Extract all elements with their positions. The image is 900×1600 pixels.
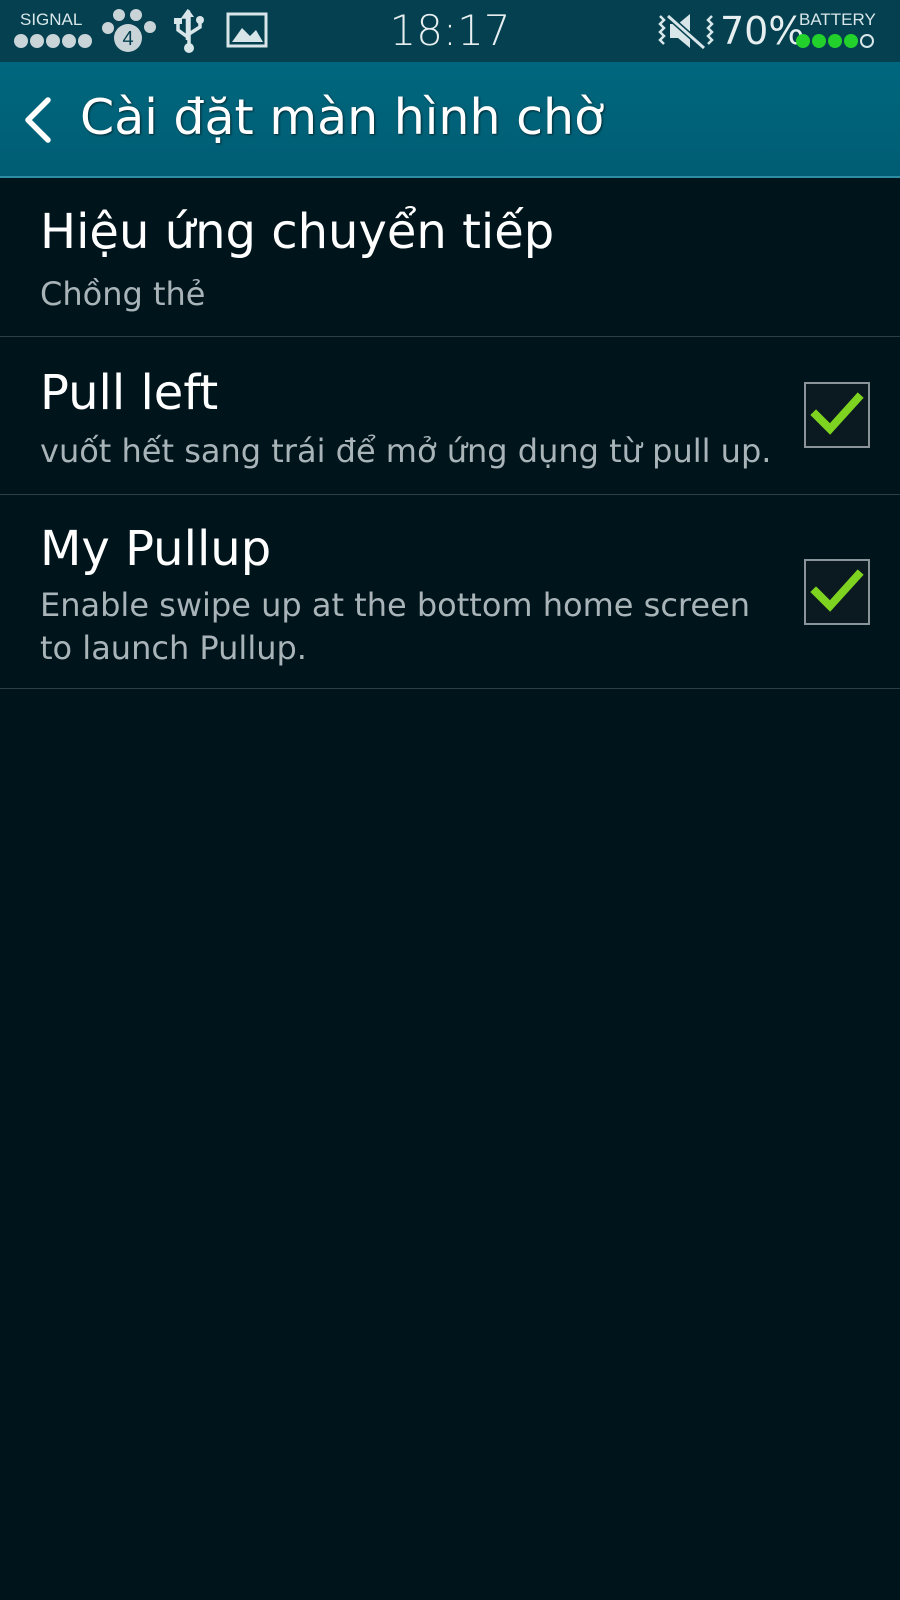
signal-dot [30, 34, 44, 48]
clock: 18:17 [389, 6, 511, 55]
setting-title: My Pullup [40, 521, 272, 577]
signal-indicator: SIGNAL [14, 10, 98, 52]
setting-transition-effect[interactable]: Hiệu ứng chuyển tiếp Chồng thẻ [0, 180, 900, 337]
battery-dot [828, 34, 842, 48]
status-bar: SIGNAL 4 18:17 70% BATTERY [0, 0, 900, 62]
setting-title: Hiệu ứng chuyển tiếp [40, 204, 555, 260]
action-bar: Cài đặt màn hình chờ [0, 62, 900, 178]
battery-indicator: BATTERY [796, 10, 886, 52]
my-pullup-checkbox[interactable] [804, 559, 870, 625]
setting-summary: Chồng thẻ [40, 275, 206, 313]
battery-label: BATTERY [799, 10, 876, 29]
setting-title: Pull left [40, 365, 219, 421]
chevron-left-icon[interactable] [20, 96, 56, 144]
usb-icon [174, 8, 204, 53]
signal-dots [14, 34, 92, 48]
paw-notification-icon: 4 [102, 9, 156, 52]
setting-summary: vuốt hết sang trái để mở ứng dụng từ pul… [40, 432, 772, 470]
signal-dot [46, 34, 60, 48]
battery-dot [860, 34, 874, 48]
battery-dot [812, 34, 826, 48]
battery-dot [844, 34, 858, 48]
signal-dot [62, 34, 76, 48]
page-title: Cài đặt màn hình chờ [80, 89, 605, 146]
battery-dots [796, 34, 874, 48]
checkmark-icon [810, 569, 864, 612]
settings-list: Hiệu ứng chuyển tiếp Chồng thẻ Pull left… [0, 180, 900, 689]
battery-percent: 70% [720, 9, 805, 53]
signal-dot [78, 34, 92, 48]
vibrate-mute-icon [658, 13, 714, 51]
battery-dot [796, 34, 810, 48]
setting-pull-left[interactable]: Pull left vuốt hết sang trái để mở ứng d… [0, 337, 900, 495]
setting-summary: Enable swipe up at the bottom home scree… [40, 586, 751, 667]
setting-my-pullup[interactable]: My Pullup Enable swipe up at the bottom … [0, 495, 900, 689]
gallery-icon [226, 12, 268, 48]
network-badge-text: 4 [122, 28, 133, 50]
signal-label: SIGNAL [20, 10, 83, 29]
signal-dot [14, 34, 28, 48]
checkmark-icon [810, 392, 864, 435]
pull-left-checkbox[interactable] [804, 382, 870, 448]
